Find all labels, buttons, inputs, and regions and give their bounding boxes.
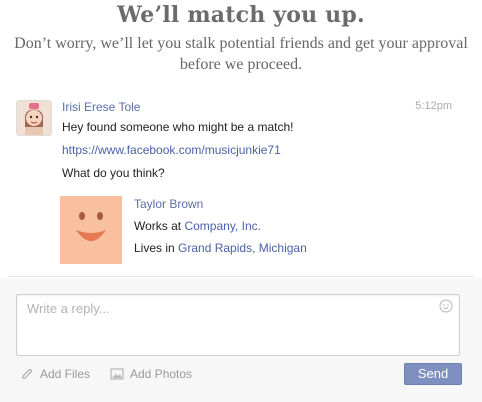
location-prefix: Lives in <box>134 241 175 255</box>
message-thread: Irisi Erese Tole 5:12pm Hey found someon… <box>16 95 466 275</box>
add-files-button[interactable]: Add Files <box>20 367 90 381</box>
add-photos-button[interactable]: Add Photos <box>110 367 192 381</box>
message-link[interactable]: https://www.facebook.com/musicjunkie71 <box>62 143 281 157</box>
face-icon <box>60 196 122 264</box>
company-link[interactable]: Company, Inc. <box>184 219 260 233</box>
send-button[interactable]: Send <box>404 363 462 385</box>
location-link[interactable]: Grand Rapids, Michigan <box>178 241 307 255</box>
profile-card: Taylor Brown Works at Company, Inc. Live… <box>60 196 320 266</box>
page-subtitle: Don’t worry, we’ll let you stalk potenti… <box>14 35 468 73</box>
smiley-icon[interactable] <box>439 299 453 313</box>
profile-name[interactable]: Taylor Brown <box>134 197 203 211</box>
avatar-icon <box>17 101 51 135</box>
profile-avatar <box>60 196 122 264</box>
photo-icon <box>110 368 124 380</box>
message-line: What do you think? <box>62 166 165 180</box>
divider <box>8 276 474 277</box>
work-prefix: Works at <box>134 219 182 233</box>
paperclip-icon <box>21 369 32 380</box>
add-files-label: Add Files <box>40 367 91 381</box>
sender-name[interactable]: Irisi Erese Tole <box>62 100 140 114</box>
avatar <box>16 100 52 136</box>
page-title: We’ll match you up. <box>117 2 365 28</box>
reply-placeholder: Write a reply... <box>27 301 110 316</box>
message-line: Hey found someone who might be a match! <box>62 120 294 134</box>
reply-input[interactable]: Write a reply... <box>16 294 460 356</box>
profile-location: Lives in Grand Rapids, Michigan <box>134 241 307 255</box>
message-time: 5:12pm <box>415 100 452 112</box>
add-photos-label: Add Photos <box>130 367 193 381</box>
profile-work: Works at Company, Inc. <box>134 219 261 233</box>
